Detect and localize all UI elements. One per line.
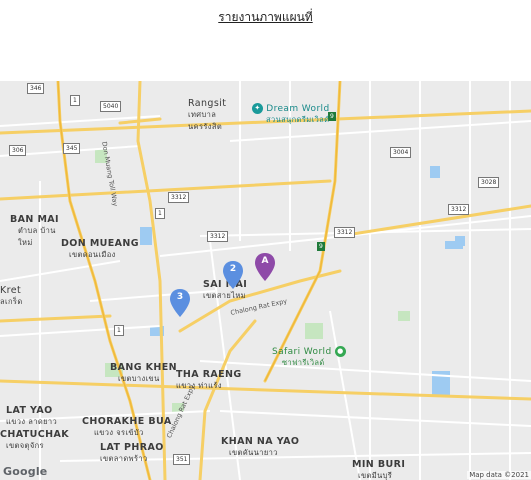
area-name-en: BAN MAI <box>10 214 59 225</box>
report-title: รายงานภาพแผนที่ <box>218 10 313 24</box>
area-name-th: แขวง จรเข้บัว <box>94 428 144 437</box>
area-name-th: เขตจตุจักร <box>6 441 44 450</box>
water-body <box>430 166 440 178</box>
poi-safari-world[interactable]: Safari World ● ซาฟารีเวิลด์ <box>272 346 346 369</box>
area-name-th: ตำบล บ้านใหม่ <box>18 226 56 247</box>
map-marker-3[interactable]: 3 <box>170 289 190 317</box>
marker-label: 2 <box>229 264 237 274</box>
area-label: BAN MAI ตำบล บ้านใหม่ <box>10 214 59 249</box>
area-name-en: DON MUEANG <box>61 238 139 249</box>
area-label: Kret ลเกร็ด <box>0 285 23 308</box>
area-name-th: เขตดอนเมือง <box>69 250 116 259</box>
area-name-en: CHORAKHE BUA <box>82 416 172 427</box>
zoo-icon: ● <box>334 346 346 357</box>
poi-name-th: ซาฟารีเวิลด์ <box>282 358 325 367</box>
route-shield: 346 <box>27 83 45 94</box>
poi-name: Dream World <box>266 104 330 114</box>
area-label: DON MUEANG เขตดอนเมือง <box>61 238 139 261</box>
area-label: MIN BURI เขตมีนบุรี <box>352 459 405 480</box>
area-label: THA RAENG แขวง ท่าแร้ง <box>176 369 242 392</box>
route-shield: 351 <box>173 454 191 465</box>
marker-label: A <box>261 256 269 266</box>
area-name-th: แขวง ลาดยาว <box>6 417 58 426</box>
map-copyright: Map data ©2021 <box>467 471 531 479</box>
area-name-en: Kret <box>0 285 22 296</box>
area-label: Rangsit เทศบาล นครรังสิต <box>188 98 233 133</box>
route-shield: 3028 <box>478 177 500 188</box>
map-view[interactable]: 346 1 5040 306 345 1 3312 3312 3312 3312… <box>0 81 531 480</box>
area-name-en: THA RAENG <box>176 369 242 380</box>
amusement-park-icon: ✦ <box>252 103 263 114</box>
area-name-en: LAT PHRAO <box>100 442 164 453</box>
route-shield: 1 <box>155 208 165 219</box>
area-name-en: KHAN NA YAO <box>221 436 300 447</box>
map-marker-a[interactable]: A <box>255 253 275 281</box>
poi-name: Safari World <box>272 347 332 357</box>
area-label: KHAN NA YAO เขตคันนายาว <box>221 436 299 459</box>
area-name-th: เขตบางเขน <box>118 374 160 383</box>
area-name-en: BANG KHEN <box>110 362 178 373</box>
route-shield: 306 <box>9 145 27 156</box>
area-name-en: MIN BURI <box>352 459 406 470</box>
route-shield: 3312 <box>448 204 470 215</box>
area-name-en: Rangsit <box>188 98 227 109</box>
area-name-th: แขวง ท่าแร้ง <box>176 381 222 390</box>
poi-name-th: สวนสนุกดรีมเวิลด์ <box>266 115 330 124</box>
area-name-en: CHATUCHAK <box>0 429 69 440</box>
area-name-th: ลเกร็ด <box>0 297 23 306</box>
area-label: CHATUCHAK เขตจตุจักร <box>0 429 69 452</box>
park-area <box>398 311 410 321</box>
route-shield: 1 <box>114 325 124 336</box>
area-label: LAT YAO แขวง ลาดยาว <box>6 405 57 428</box>
map-marker-2[interactable]: 2 <box>223 261 243 289</box>
route-shield: 3312 <box>334 227 356 238</box>
area-name-th: เขตลาดพร้าว <box>100 454 148 463</box>
route-shield: 3312 <box>168 192 190 203</box>
area-name-th: เขตคันนายาว <box>229 448 278 457</box>
park-area <box>305 323 323 339</box>
route-shield: 345 <box>63 143 81 154</box>
area-name-th: เทศบาล นครรังสิต <box>188 110 223 131</box>
area-name-th: เขตสายไหม <box>203 291 247 300</box>
area-name-th: เขตมีนบุรี <box>358 471 393 480</box>
marker-label: 3 <box>176 292 184 302</box>
route-shield: 5040 <box>100 101 122 112</box>
google-logo: Google <box>3 465 48 478</box>
area-label: BANG KHEN เขตบางเขน <box>110 362 177 385</box>
area-name-en: LAT YAO <box>6 405 53 416</box>
route-shield: 3004 <box>390 147 412 158</box>
area-label: CHORAKHE BUA แขวง จรเข้บัว <box>82 416 172 439</box>
route-shield: 9 <box>317 242 325 251</box>
route-shield: 1 <box>70 95 80 106</box>
area-label: LAT PHRAO เขตลาดพร้าว <box>100 442 164 465</box>
poi-dream-world[interactable]: ✦ Dream World สวนสนุกดรีมเวิลด์ <box>252 103 330 126</box>
water-body <box>445 241 463 249</box>
route-shield: 3312 <box>207 231 229 242</box>
water-body <box>140 227 152 245</box>
